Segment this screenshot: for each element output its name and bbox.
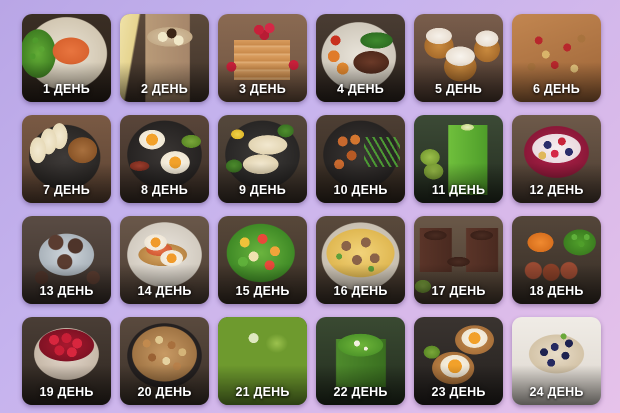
day-card-8[interactable]: 8 ДЕНЬ (120, 115, 209, 203)
day-label: 12 ДЕНЬ (529, 183, 584, 197)
day-label: 13 ДЕНЬ (39, 284, 94, 298)
day-card-14[interactable]: 14 ДЕНЬ (120, 216, 209, 304)
day-card-13[interactable]: 13 ДЕНЬ (22, 216, 111, 304)
day-card-10[interactable]: 10 ДЕНЬ (316, 115, 405, 203)
day-card-9[interactable]: 9 ДЕНЬ (218, 115, 307, 203)
day-label: 23 ДЕНЬ (431, 385, 486, 399)
day-label: 17 ДЕНЬ (431, 284, 486, 298)
day-label: 8 ДЕНЬ (141, 183, 188, 197)
day-label: 22 ДЕНЬ (333, 385, 388, 399)
day-label: 3 ДЕНЬ (239, 82, 286, 96)
day-label: 1 ДЕНЬ (43, 82, 90, 96)
day-card-1[interactable]: 1 ДЕНЬ (22, 14, 111, 102)
day-card-19[interactable]: 19 ДЕНЬ (22, 317, 111, 405)
day-card-11[interactable]: 11 ДЕНЬ (414, 115, 503, 203)
day-label: 14 ДЕНЬ (137, 284, 192, 298)
day-card-3[interactable]: 3 ДЕНЬ (218, 14, 307, 102)
day-label: 21 ДЕНЬ (235, 385, 290, 399)
day-card-6[interactable]: 6 ДЕНЬ (512, 14, 601, 102)
day-label: 20 ДЕНЬ (137, 385, 192, 399)
day-card-4[interactable]: 4 ДЕНЬ (316, 14, 405, 102)
day-card-15[interactable]: 15 ДЕНЬ (218, 216, 307, 304)
day-label: 6 ДЕНЬ (533, 82, 580, 96)
day-label: 4 ДЕНЬ (337, 82, 384, 96)
day-label: 10 ДЕНЬ (333, 183, 388, 197)
day-label: 18 ДЕНЬ (529, 284, 584, 298)
day-card-16[interactable]: 16 ДЕНЬ (316, 216, 405, 304)
day-card-21[interactable]: 21 ДЕНЬ (218, 317, 307, 405)
day-label: 11 ДЕНЬ (431, 183, 486, 197)
day-label: 24 ДЕНЬ (529, 385, 584, 399)
day-label: 2 ДЕНЬ (141, 82, 188, 96)
day-card-22[interactable]: 22 ДЕНЬ (316, 317, 405, 405)
day-label: 16 ДЕНЬ (333, 284, 388, 298)
day-label: 19 ДЕНЬ (39, 385, 94, 399)
day-grid: 1 ДЕНЬ 2 ДЕНЬ 3 ДЕНЬ 4 ДЕНЬ 5 ДЕНЬ 6 ДЕН… (22, 14, 601, 405)
day-card-17[interactable]: 17 ДЕНЬ (414, 216, 503, 304)
day-label: 5 ДЕНЬ (435, 82, 482, 96)
day-label: 7 ДЕНЬ (43, 183, 90, 197)
day-card-20[interactable]: 20 ДЕНЬ (120, 317, 209, 405)
day-card-23[interactable]: 23 ДЕНЬ (414, 317, 503, 405)
day-card-7[interactable]: 7 ДЕНЬ (22, 115, 111, 203)
day-card-2[interactable]: 2 ДЕНЬ (120, 14, 209, 102)
day-card-12[interactable]: 12 ДЕНЬ (512, 115, 601, 203)
day-card-5[interactable]: 5 ДЕНЬ (414, 14, 503, 102)
day-card-24[interactable]: 24 ДЕНЬ (512, 317, 601, 405)
day-label: 9 ДЕНЬ (239, 183, 286, 197)
day-card-18[interactable]: 18 ДЕНЬ (512, 216, 601, 304)
day-label: 15 ДЕНЬ (235, 284, 290, 298)
